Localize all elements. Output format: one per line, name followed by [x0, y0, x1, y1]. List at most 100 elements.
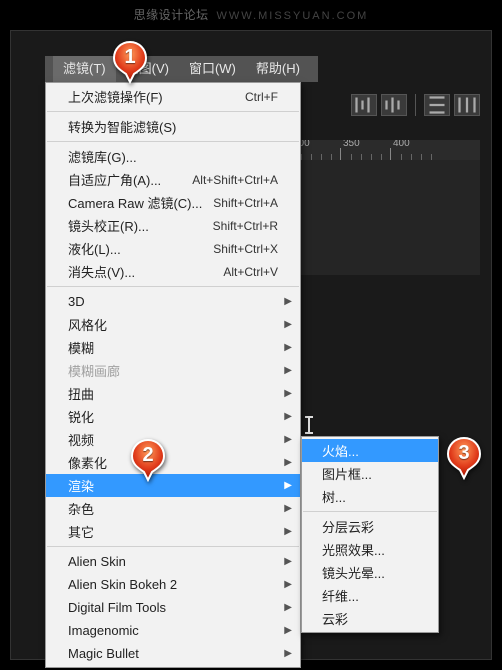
- submenu-item-label: 镜头光晕...: [322, 563, 385, 582]
- menu-item[interactable]: 锐化 ▶: [46, 405, 300, 428]
- menu-separator: [47, 286, 299, 287]
- submenu-arrow-icon: ▶: [284, 388, 292, 399]
- menu-item[interactable]: Magic Bullet ▶: [46, 642, 300, 665]
- menu-item[interactable]: 消失点(V)... Alt+Ctrl+V: [46, 260, 300, 283]
- callout-badge-3: 3: [446, 436, 482, 480]
- menu-item-label: 模糊画廊: [68, 361, 120, 380]
- menu-filter[interactable]: 滤镜(T): [53, 56, 116, 82]
- menu-item[interactable]: 上次滤镜操作(F) Ctrl+F: [46, 85, 300, 108]
- menu-item-shortcut: Alt+Shift+Ctrl+A: [192, 173, 278, 187]
- submenu-arrow-icon: ▶: [284, 480, 292, 491]
- submenu-arrow-icon: ▶: [284, 411, 292, 422]
- submenu-arrow-icon: ▶: [284, 526, 292, 537]
- menu-item-label: 锐化: [68, 407, 94, 426]
- menu-help[interactable]: 帮助(H): [246, 56, 310, 82]
- horizontal-ruler: 300350400: [290, 140, 480, 160]
- menu-window[interactable]: 窗口(W): [179, 56, 246, 82]
- submenu-item[interactable]: 镜头光晕...: [302, 561, 438, 584]
- menu-item-label: 模糊: [68, 338, 94, 357]
- menu-item-label: 滤镜库(G)...: [68, 147, 137, 166]
- menu-item[interactable]: 风格化▶: [46, 313, 300, 336]
- menu-item-label: 扭曲: [68, 384, 94, 403]
- menu-item-label: 上次滤镜操作(F): [68, 87, 163, 106]
- menu-item-label: 视频: [68, 430, 94, 449]
- menu-item-label: 其它: [68, 522, 94, 541]
- menu-item-shortcut: Ctrl+F: [245, 90, 278, 104]
- submenu-arrow-icon: ▶: [284, 365, 292, 376]
- menu-item-label: 像素化: [68, 453, 107, 472]
- menu-item-label: 渲染: [68, 476, 94, 495]
- callout-badge-1: 1: [112, 40, 148, 84]
- menu-item[interactable]: Camera Raw 滤镜(C)... Shift+Ctrl+A: [46, 191, 300, 214]
- submenu-arrow-icon: ▶: [284, 648, 292, 659]
- ruler-tick: 350: [340, 148, 390, 160]
- menu-item[interactable]: Imagenomic▶: [46, 619, 300, 642]
- menu-item[interactable]: 扭曲 ▶: [46, 382, 300, 405]
- options-bar-icons: [351, 94, 480, 116]
- text-cursor-icon: [305, 416, 313, 434]
- submenu-item[interactable]: 光照效果...: [302, 538, 438, 561]
- ruler-tick: 400: [390, 148, 440, 160]
- badge-number: 2: [130, 444, 166, 467]
- watermark-url: WWW.MISSYUAN.COM: [217, 10, 369, 22]
- menu-item-label: Digital Film Tools: [68, 600, 166, 615]
- menu-item[interactable]: 自适应广角(A)... Alt+Shift+Ctrl+A: [46, 168, 300, 191]
- distribute-icon-2[interactable]: [454, 94, 480, 116]
- align-icon-2[interactable]: [381, 94, 407, 116]
- callout-badge-2: 2: [130, 438, 166, 482]
- badge-number: 3: [446, 442, 482, 465]
- menu-item-label: 自适应广角(A)...: [68, 170, 161, 189]
- menu-item[interactable]: 模糊 ▶: [46, 336, 300, 359]
- submenu-arrow-icon: ▶: [284, 503, 292, 514]
- menu-item: 模糊画廊 ▶: [46, 359, 300, 382]
- menu-item[interactable]: Alien Skin ▶: [46, 550, 300, 573]
- submenu-item-label: 云彩: [322, 609, 348, 628]
- menu-item[interactable]: 3D▶: [46, 290, 300, 313]
- submenu-item[interactable]: 分层云彩: [302, 515, 438, 538]
- canvas-area: [290, 160, 480, 275]
- menu-item[interactable]: 渲染 ▶: [46, 474, 300, 497]
- align-icon-1[interactable]: [351, 94, 377, 116]
- menu-item[interactable]: 像素化 ▶: [46, 451, 300, 474]
- menu-item[interactable]: 其它 ▶: [46, 520, 300, 543]
- menu-item-label: 转换为智能滤镜(S): [68, 117, 176, 136]
- menu-item-label: 风格化: [68, 315, 107, 334]
- menu-item-label: 液化(L)...: [68, 239, 121, 258]
- toolbar-separator: [415, 94, 416, 116]
- distribute-icon-1[interactable]: [424, 94, 450, 116]
- submenu-item[interactable]: 树...: [302, 485, 438, 508]
- submenu-item[interactable]: 图片框...: [302, 462, 438, 485]
- badge-number: 1: [112, 46, 148, 69]
- menu-item-label: Alien Skin: [68, 554, 126, 569]
- submenu-arrow-icon: ▶: [284, 602, 292, 613]
- menu-item[interactable]: 滤镜库(G)...: [46, 145, 300, 168]
- menu-item[interactable]: 杂色▶: [46, 497, 300, 520]
- submenu-arrow-icon: ▶: [284, 342, 292, 353]
- submenu-item-label: 火焰...: [322, 441, 359, 460]
- menu-item-shortcut: Shift+Ctrl+A: [213, 196, 278, 210]
- menu-item-label: Alien Skin Bokeh 2: [68, 577, 177, 592]
- menu-item[interactable]: 液化(L)...Shift+Ctrl+X: [46, 237, 300, 260]
- submenu-arrow-icon: ▶: [284, 556, 292, 567]
- menu-item[interactable]: 转换为智能滤镜(S): [46, 115, 300, 138]
- menu-item[interactable]: Digital Film Tools ▶: [46, 596, 300, 619]
- submenu-item-label: 图片框...: [322, 464, 372, 483]
- submenu-arrow-icon: ▶: [284, 457, 292, 468]
- menu-separator: [47, 546, 299, 547]
- submenu-arrow-icon: ▶: [284, 625, 292, 636]
- menu-item-label: Camera Raw 滤镜(C)...: [68, 193, 202, 212]
- submenu-arrow-icon: ▶: [284, 296, 292, 307]
- submenu-item-label: 分层云彩: [322, 517, 374, 536]
- render-submenu: 火焰... 图片框... 树... 分层云彩光照效果... 镜头光晕... 纤维... 云彩: [301, 436, 439, 633]
- submenu-item-label: 树...: [322, 487, 346, 506]
- menu-item[interactable]: 镜头校正(R)...Shift+Ctrl+R: [46, 214, 300, 237]
- submenu-item[interactable]: 云彩: [302, 607, 438, 630]
- submenu-item[interactable]: 纤维...: [302, 584, 438, 607]
- menu-item-shortcut: Alt+Ctrl+V: [223, 265, 278, 279]
- menu-item[interactable]: 视频▶: [46, 428, 300, 451]
- menu-item[interactable]: Alien Skin Bokeh 2▶: [46, 573, 300, 596]
- menu-item-label: Magic Bullet: [68, 646, 139, 661]
- submenu-item[interactable]: 火焰...: [302, 439, 438, 462]
- menu-item-label: 消失点(V)...: [68, 262, 135, 281]
- submenu-item-label: 光照效果...: [322, 540, 385, 559]
